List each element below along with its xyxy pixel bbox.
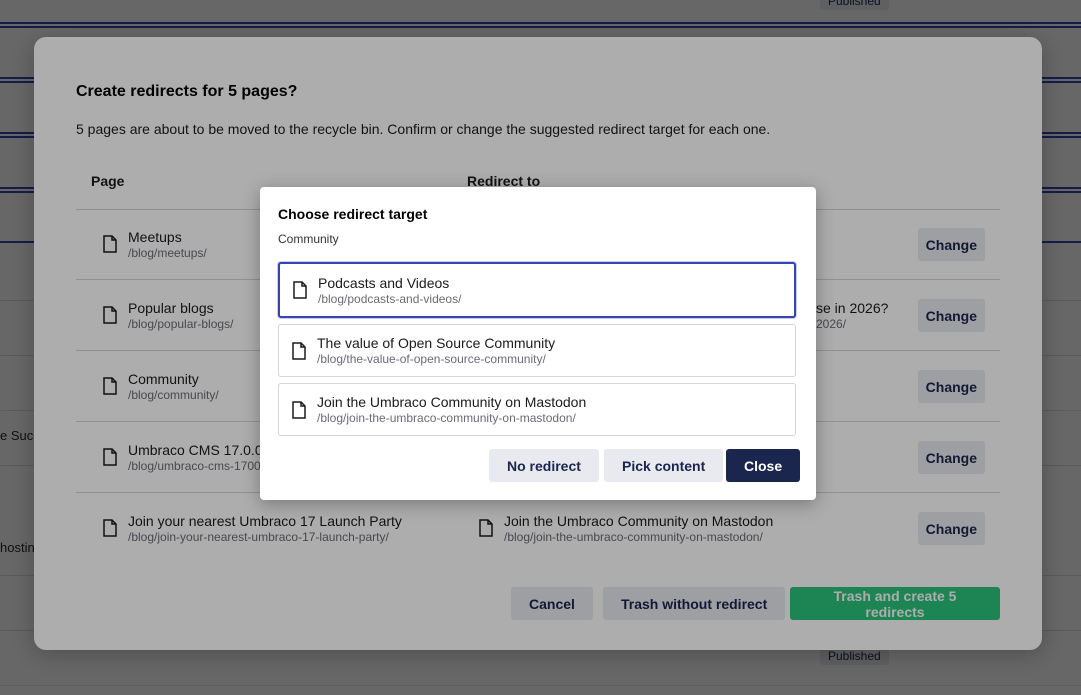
option-name: The value of Open Source Community — [317, 335, 556, 351]
pick-content-button[interactable]: Pick content — [604, 449, 724, 482]
close-button[interactable]: Close — [726, 449, 801, 482]
target-option[interactable]: Podcasts and Videos/blog/podcasts-and-vi… — [278, 262, 796, 318]
document-icon — [293, 281, 307, 299]
option-url: /blog/podcasts-and-videos/ — [318, 291, 462, 306]
document-icon — [292, 400, 306, 419]
document-icon — [292, 341, 306, 360]
no-redirect-button[interactable]: No redirect — [489, 449, 599, 482]
picker-title: Choose redirect target — [278, 206, 428, 222]
option-url: /blog/join-the-umbraco-community-on-mast… — [317, 411, 576, 425]
choose-redirect-target-dialog: Choose redirect target Community Podcast… — [260, 187, 816, 500]
target-option[interactable]: The value of Open Source Community/blog/… — [278, 324, 796, 377]
option-name: Podcasts and Videos — [318, 274, 450, 291]
option-url: /blog/the-value-of-open-source-community… — [317, 352, 546, 366]
target-option[interactable]: Join the Umbraco Community on Mastodon/b… — [278, 383, 796, 436]
option-name: Join the Umbraco Community on Mastodon — [317, 394, 587, 410]
breadcrumb: Community — [278, 232, 339, 246]
